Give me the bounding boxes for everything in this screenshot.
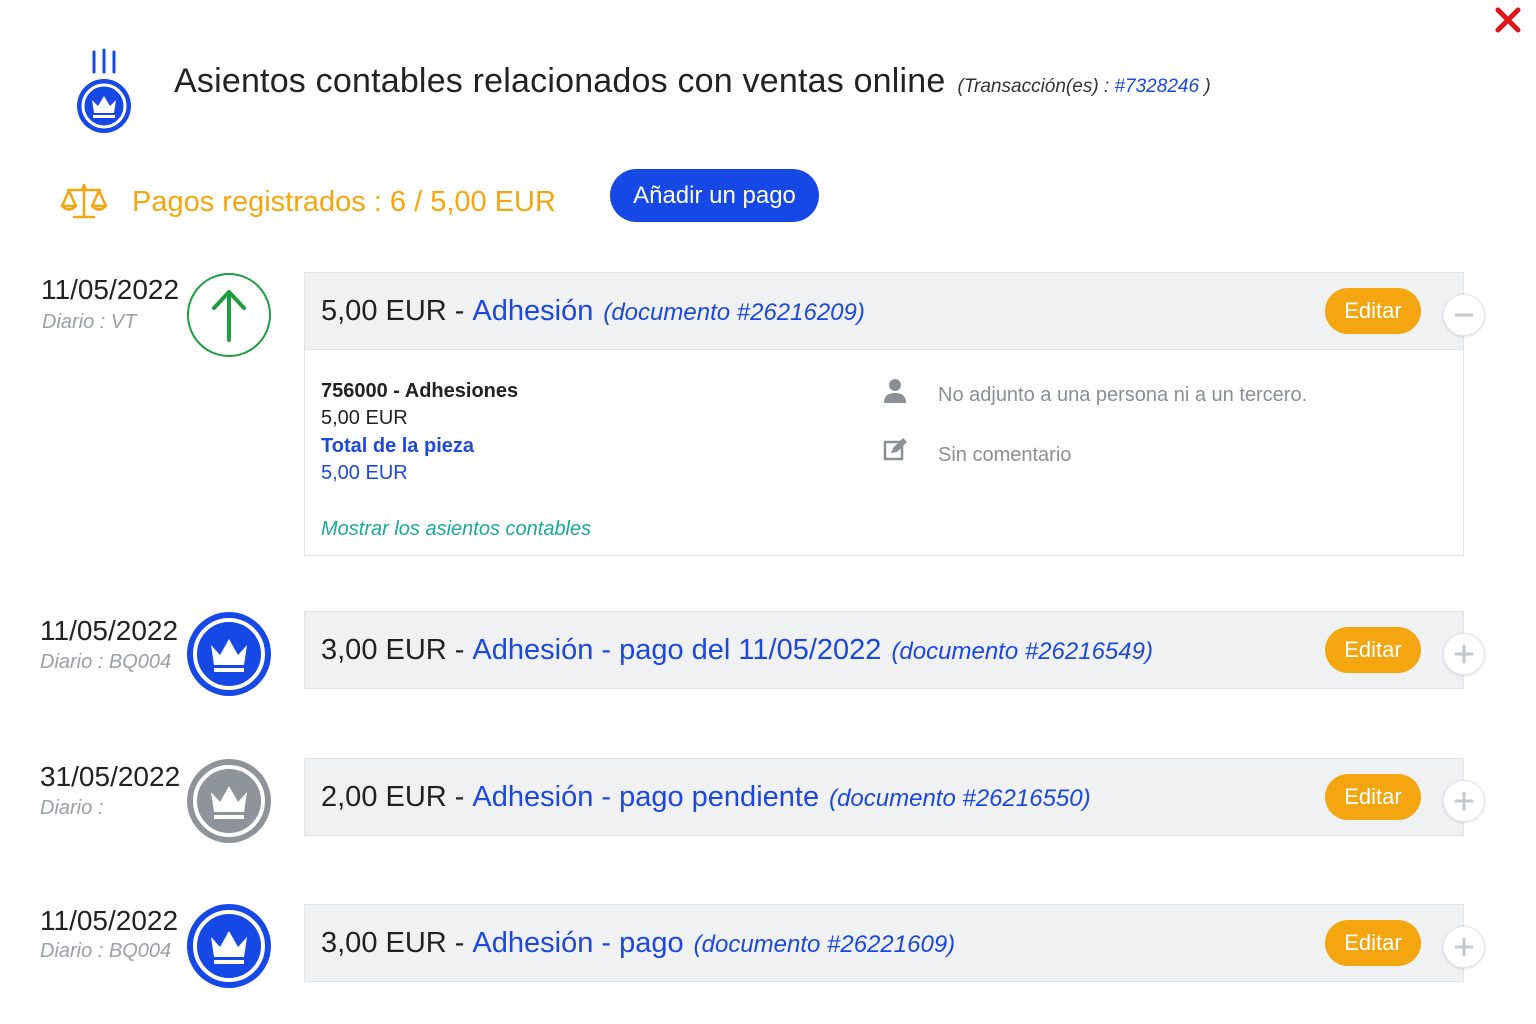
entry-card-header[interactable]: 3,00 EUR - Adhesión - pago del 11/05/202… — [305, 612, 1485, 688]
close-icon[interactable] — [1494, 6, 1522, 34]
entry-card: 2,00 EUR - Adhesión - pago pendiente (do… — [304, 758, 1485, 836]
page-title: Asientos contables relacionados con vent… — [174, 62, 946, 100]
transaction-link[interactable]: #7328246 — [1114, 76, 1199, 97]
entry-journal: Diario : BQ004 — [40, 940, 172, 962]
entry-summary: 3,00 EUR - Adhesión - pago (documento #2… — [321, 927, 955, 960]
entry-date: 11/05/2022 — [41, 274, 180, 305]
entry-amount: 5,00 EUR — [321, 295, 447, 327]
total-label: Total de la pieza — [321, 435, 474, 457]
entry-label-link[interactable]: Adhesión - pago — [472, 927, 683, 960]
entry-document-link[interactable]: (documento #26216209) — [603, 299, 865, 327]
transaction-reference: (Transacción(es) : #7328246 ) — [957, 76, 1211, 97]
entry-amount: 3,00 EUR — [321, 927, 447, 959]
entry-card: 5,00 EUR - Adhesión (documento #26216209… — [304, 272, 1485, 556]
arrow-up-icon — [187, 273, 271, 357]
entry-date: 11/05/2022 — [40, 905, 179, 936]
account-label: 756000 - Adhesiones — [321, 380, 519, 402]
entry-separator: - — [454, 295, 465, 327]
account-amount: 5,00 EUR — [321, 407, 408, 429]
entry-separator: - — [454, 781, 465, 813]
entry-card-header[interactable]: 2,00 EUR - Adhesión - pago pendiente (do… — [305, 759, 1485, 835]
entry-amount: 2,00 EUR — [321, 781, 447, 813]
entry-summary: 2,00 EUR - Adhesión - pago pendiente (do… — [321, 781, 1091, 814]
entry-document-link[interactable]: (documento #26216550) — [829, 785, 1091, 813]
expand-icon[interactable] — [1443, 633, 1485, 675]
edit-button[interactable]: Editar — [1325, 920, 1421, 966]
page-title-row: Asientos contables relacionados con vent… — [174, 62, 1211, 101]
page-header: Asientos contables relacionados con vent… — [62, 44, 1211, 140]
comment-status: Sin comentario — [938, 444, 1072, 466]
total-amount: 5,00 EUR — [321, 462, 408, 484]
person-icon — [884, 379, 906, 403]
expand-icon[interactable] — [1443, 780, 1485, 822]
entry-label-link[interactable]: Adhesión — [472, 295, 593, 328]
payment-crown-logo-icon — [77, 48, 131, 133]
entry-document-link[interactable]: (documento #26216549) — [891, 638, 1153, 666]
balance-scale-icon — [60, 184, 108, 219]
payments-summary-text: Pagos registrados : 6 / 5,00 EUR — [132, 186, 556, 218]
entry-label-link[interactable]: Adhesión - pago pendiente — [472, 781, 819, 814]
entry-summary: 3,00 EUR - Adhesión - pago del 11/05/202… — [321, 634, 1153, 667]
entry-journal: Diario : — [40, 797, 104, 819]
entry-amount: 3,00 EUR — [321, 634, 447, 666]
entry-separator: - — [454, 927, 465, 959]
entry-journal: Diario : BQ004 — [40, 651, 172, 673]
entry-card: 3,00 EUR - Adhesión - pago del 11/05/202… — [304, 611, 1485, 689]
crown-icon — [187, 612, 271, 696]
entry-document-link[interactable]: (documento #26221609) — [694, 931, 956, 959]
payments-summary-bar: Pagos registrados : 6 / 5,00 EUR Añadir … — [60, 168, 860, 228]
entry-journal: Diario : VT — [42, 311, 137, 333]
edit-button[interactable]: Editar — [1325, 774, 1421, 820]
entry-label-link[interactable]: Adhesión - pago del 11/05/2022 — [472, 634, 881, 667]
edit-comment-icon[interactable] — [883, 438, 907, 462]
expand-icon[interactable] — [1443, 926, 1485, 968]
entry-card: 3,00 EUR - Adhesión - pago (documento #2… — [304, 904, 1485, 982]
edit-button[interactable]: Editar — [1325, 288, 1421, 334]
collapse-icon[interactable] — [1443, 294, 1485, 336]
entry-card-header[interactable]: 5,00 EUR - Adhesión (documento #26216209… — [305, 273, 1485, 349]
entry-summary: 5,00 EUR - Adhesión (documento #26216209… — [321, 295, 865, 328]
entry-details: 756000 - Adhesiones 5,00 EUR Total de la… — [305, 349, 1463, 555]
crown-icon — [187, 904, 271, 988]
entry-date: 31/05/2022 — [40, 761, 181, 792]
entry-card-header[interactable]: 3,00 EUR - Adhesión - pago (documento #2… — [305, 905, 1485, 981]
crown-pending-icon — [187, 759, 271, 843]
show-entries-link[interactable]: Mostrar los asientos contables — [321, 518, 591, 541]
entry-separator: - — [454, 634, 465, 666]
entry-date: 11/05/2022 — [40, 615, 179, 646]
person-status: No adjunto a una persona ni a un tercero… — [938, 384, 1308, 406]
edit-button[interactable]: Editar — [1325, 627, 1421, 673]
add-payment-button[interactable]: Añadir un pago — [610, 169, 819, 222]
